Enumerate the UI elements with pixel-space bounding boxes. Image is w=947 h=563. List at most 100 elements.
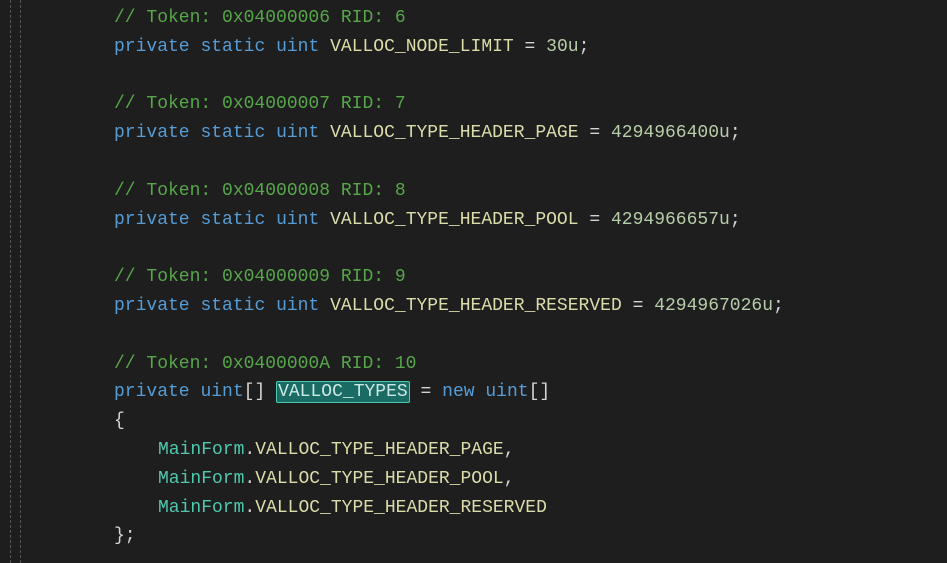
code-line: // Token: 0x04000009 RID: 9 <box>28 263 784 292</box>
code-token: ; <box>579 37 590 57</box>
code-line <box>28 321 784 350</box>
code-token <box>514 37 525 57</box>
code-token: ; <box>773 296 784 316</box>
code-token <box>190 296 201 316</box>
code-token <box>190 210 201 230</box>
code-token <box>319 123 330 143</box>
code-token: ; <box>730 123 741 143</box>
code-token: , <box>504 469 515 489</box>
code-line <box>28 234 784 263</box>
code-token: VALLOC_TYPE_HEADER_POOL <box>330 210 578 230</box>
code-token: 4294966657u <box>611 210 730 230</box>
code-token <box>265 382 276 402</box>
code-token <box>265 296 276 316</box>
code-line: // Token: 0x04000007 RID: 7 <box>28 90 784 119</box>
code-token: 4294967026u <box>654 296 773 316</box>
code-token <box>535 37 546 57</box>
fold-gutter <box>0 0 28 563</box>
code-token: , <box>504 440 515 460</box>
code-token: VALLOC_NODE_LIMIT <box>330 37 514 57</box>
code-token: 30u <box>546 37 578 57</box>
code-token <box>190 37 201 57</box>
code-line: private uint[] VALLOC_TYPES = new uint[] <box>28 378 784 407</box>
code-token <box>319 296 330 316</box>
code-token: new <box>442 382 474 402</box>
code-token <box>190 123 201 143</box>
code-token: . <box>244 469 255 489</box>
code-token: private <box>114 382 190 402</box>
code-token <box>579 210 590 230</box>
code-token: uint <box>200 382 243 402</box>
code-area[interactable]: // Token: 0x04000006 RID: 6 private stati… <box>28 0 784 563</box>
code-token <box>431 382 442 402</box>
code-line: private static uint VALLOC_TYPE_HEADER_P… <box>28 206 784 235</box>
code-token: private <box>114 37 190 57</box>
code-token <box>319 210 330 230</box>
code-line <box>28 148 784 177</box>
code-token: = <box>589 123 600 143</box>
code-token: . <box>244 498 255 518</box>
code-token: uint <box>276 296 319 316</box>
code-token: VALLOC_TYPE_HEADER_POOL <box>255 469 503 489</box>
code-token: [] <box>244 382 266 402</box>
code-token: VALLOC_TYPE_HEADER_RESERVED <box>330 296 622 316</box>
code-token <box>410 382 421 402</box>
code-token: = <box>633 296 644 316</box>
code-line: // Token: 0x0400000A RID: 10 <box>28 350 784 379</box>
code-token: uint <box>276 210 319 230</box>
code-token: private <box>114 123 190 143</box>
code-token: 4294966400u <box>611 123 730 143</box>
code-editor: // Token: 0x04000006 RID: 6 private stati… <box>0 0 947 563</box>
code-token: = <box>589 210 600 230</box>
code-line: }; <box>28 522 784 551</box>
code-line: MainForm.VALLOC_TYPE_HEADER_POOL, <box>28 465 784 494</box>
code-token <box>622 296 633 316</box>
code-token: MainForm <box>158 469 244 489</box>
code-token: VALLOC_TYPES <box>276 381 410 403</box>
code-token: VALLOC_TYPE_HEADER_RESERVED <box>255 498 547 518</box>
code-line: private static uint VALLOC_NODE_LIMIT = … <box>28 33 784 62</box>
code-token <box>579 123 590 143</box>
code-token: = <box>421 382 432 402</box>
code-token: // Token: 0x0400000A RID: 10 <box>114 354 416 374</box>
code-token <box>643 296 654 316</box>
code-token: VALLOC_TYPE_HEADER_PAGE <box>330 123 578 143</box>
code-token: // Token: 0x04000006 RID: 6 <box>114 8 406 28</box>
code-token: static <box>200 37 265 57</box>
code-token: { <box>114 411 125 431</box>
code-token: . <box>244 440 255 460</box>
code-line: // Token: 0x04000008 RID: 8 <box>28 177 784 206</box>
code-token: MainForm <box>158 440 244 460</box>
code-token <box>265 210 276 230</box>
code-token: uint <box>485 382 528 402</box>
code-token: = <box>525 37 536 57</box>
code-token <box>190 382 201 402</box>
code-line: private static uint VALLOC_TYPE_HEADER_R… <box>28 292 784 321</box>
code-token: static <box>200 210 265 230</box>
code-token: [] <box>529 382 551 402</box>
code-token: }; <box>114 526 136 546</box>
fold-guide-line <box>20 0 21 563</box>
code-token: // Token: 0x04000008 RID: 8 <box>114 181 406 201</box>
code-token: private <box>114 296 190 316</box>
code-line: // Token: 0x04000006 RID: 6 <box>28 4 784 33</box>
code-line: { <box>28 407 784 436</box>
code-line <box>28 62 784 91</box>
code-token <box>600 210 611 230</box>
code-token: MainForm <box>158 498 244 518</box>
code-line: private static uint VALLOC_TYPE_HEADER_P… <box>28 119 784 148</box>
code-token: // Token: 0x04000007 RID: 7 <box>114 94 406 114</box>
code-line: MainForm.VALLOC_TYPE_HEADER_RESERVED <box>28 494 784 523</box>
code-token <box>319 37 330 57</box>
code-token <box>265 37 276 57</box>
code-token: // Token: 0x04000009 RID: 9 <box>114 267 406 287</box>
code-line: MainForm.VALLOC_TYPE_HEADER_PAGE, <box>28 436 784 465</box>
code-token: ; <box>730 210 741 230</box>
code-token: static <box>200 123 265 143</box>
code-token <box>475 382 486 402</box>
code-token: uint <box>276 123 319 143</box>
code-token: VALLOC_TYPE_HEADER_PAGE <box>255 440 503 460</box>
code-token: uint <box>276 37 319 57</box>
code-token <box>265 123 276 143</box>
code-token <box>600 123 611 143</box>
